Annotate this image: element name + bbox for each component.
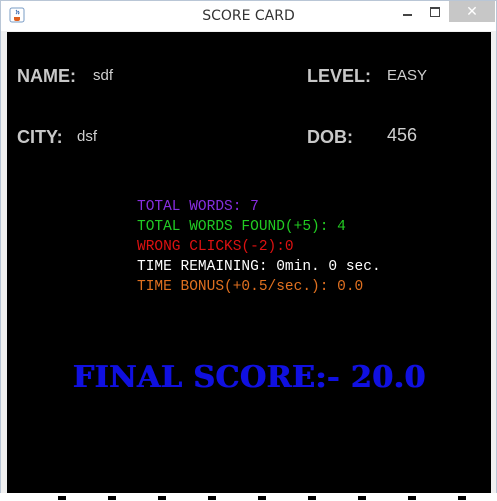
city-value: dsf	[77, 128, 98, 145]
level-value: EASY	[387, 67, 428, 84]
maximize-icon	[430, 6, 440, 17]
final-score: FINAL SCORE:- 20.0	[72, 360, 426, 395]
bottom-edge-artifact	[0, 493, 497, 501]
name-value: sdf	[93, 67, 114, 84]
close-icon: ✕	[466, 3, 478, 20]
minimize-icon	[402, 13, 412, 16]
title-bar[interactable]: SCORE CARD ✕	[1, 1, 496, 31]
close-button[interactable]: ✕	[449, 1, 495, 22]
score-panel: NAME: sdf LEVEL: EASY CITY: dsf DOB: 456…	[7, 32, 491, 493]
total-words-stat: TOTAL WORDS: 7	[137, 199, 259, 215]
name-label: NAME:	[17, 66, 76, 86]
total-words-found-stat: TOTAL WORDS FOUND(+5): 4	[137, 219, 346, 235]
dob-value: 456	[387, 125, 418, 145]
minimize-button[interactable]	[393, 1, 421, 22]
time-bonus-stat: TIME BONUS(+0.5/sec.): 0.0	[137, 279, 364, 295]
city-label: CITY:	[17, 127, 63, 147]
wrong-clicks-stat: WRONG CLICKS(-2):0	[137, 239, 294, 255]
dob-label: DOB:	[307, 127, 353, 147]
score-card-window: SCORE CARD ✕ NAME: sdf LEVEL: EASY CITY:…	[0, 0, 497, 501]
maximize-button[interactable]	[421, 1, 449, 22]
time-remaining-stat: TIME REMAINING: 0min. 0 sec.	[137, 259, 381, 275]
level-label: LEVEL:	[307, 66, 372, 86]
